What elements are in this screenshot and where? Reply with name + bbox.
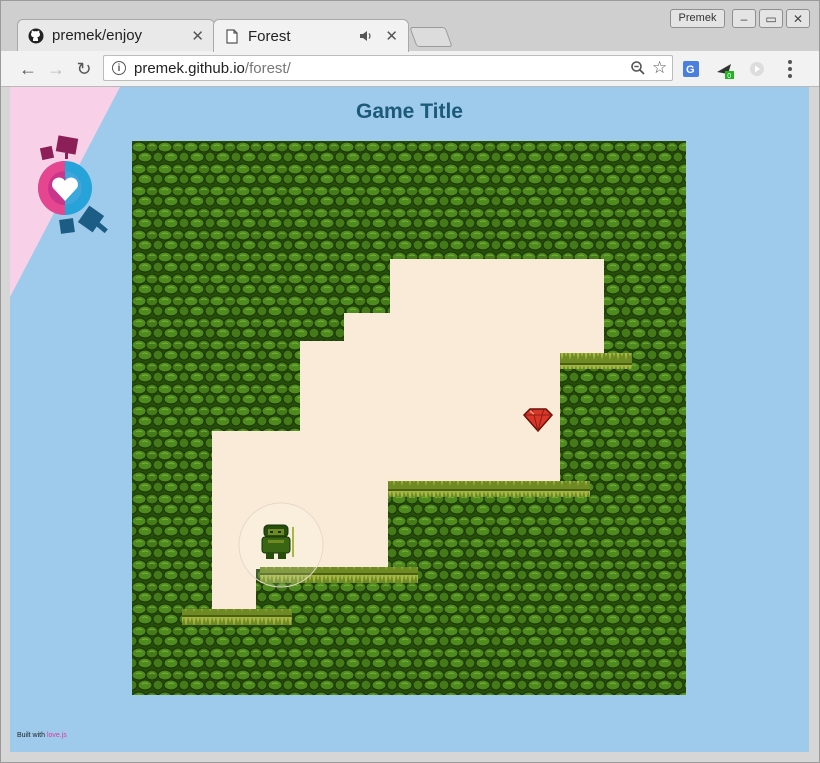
menu-icon[interactable] <box>781 59 799 79</box>
close-icon[interactable]: ✕ <box>191 27 204 45</box>
extension-icon[interactable]: 0 <box>715 59 735 79</box>
tab-label: premek/enjoy <box>52 27 143 44</box>
profile-button[interactable]: Premek <box>670 9 725 28</box>
minimize-button[interactable]: – <box>732 9 756 28</box>
close-icon[interactable]: ✕ <box>385 27 398 45</box>
url-text[interactable]: premek.github.io/forest/ <box>134 60 291 77</box>
github-icon <box>28 28 44 44</box>
grass-platform <box>388 481 590 497</box>
browser-window: premek/enjoy ✕ Forest ✕ Premek – ▭ ✕ ← →… <box>0 0 820 763</box>
lovejs-link[interactable]: love.js <box>47 732 67 739</box>
tab-label: Forest <box>248 27 291 45</box>
extension-badge: 0 <box>727 73 731 79</box>
tab-forest[interactable]: Forest ✕ <box>213 19 409 52</box>
star-icon[interactable]: ☆ <box>652 58 667 78</box>
address-bar[interactable]: i premek.github.io/forest/ ☆ <box>103 55 673 81</box>
title-bar: premek/enjoy ✕ Forest ✕ Premek – ▭ ✕ <box>1 1 819 52</box>
url-path: /forest/ <box>244 60 291 77</box>
page-title: Game Title <box>356 100 463 123</box>
footer-prefix: Built with <box>17 732 46 739</box>
new-tab-button[interactable] <box>409 27 453 47</box>
url-host: premek.github.io <box>134 60 245 77</box>
page-icon <box>224 28 240 44</box>
game-canvas[interactable] <box>132 141 686 695</box>
svg-text:G: G <box>686 64 695 76</box>
audio-icon[interactable] <box>359 30 373 42</box>
translate-icon[interactable]: G <box>681 59 701 79</box>
footer: Built with love.js <box>17 732 67 739</box>
grass-platform <box>182 609 292 625</box>
close-window-button[interactable]: ✕ <box>786 9 810 28</box>
zoom-icon[interactable] <box>630 60 646 81</box>
toolbar: ← → ↻ i premek.github.io/forest/ ☆ G 0 <box>1 51 819 87</box>
heart-logo-icon[interactable] <box>32 131 122 241</box>
reload-icon[interactable]: ↻ <box>73 58 95 80</box>
forward-icon[interactable]: → <box>45 58 67 80</box>
grass-platform <box>560 353 632 369</box>
tab-premek-enjoy[interactable]: premek/enjoy ✕ <box>17 19 215 51</box>
back-icon[interactable]: ← <box>17 58 39 80</box>
page-viewport: Game Title Built with love.js <box>10 87 809 752</box>
info-icon[interactable]: i <box>112 61 126 75</box>
maximize-button[interactable]: ▭ <box>759 9 783 28</box>
cast-icon[interactable] <box>747 59 767 79</box>
